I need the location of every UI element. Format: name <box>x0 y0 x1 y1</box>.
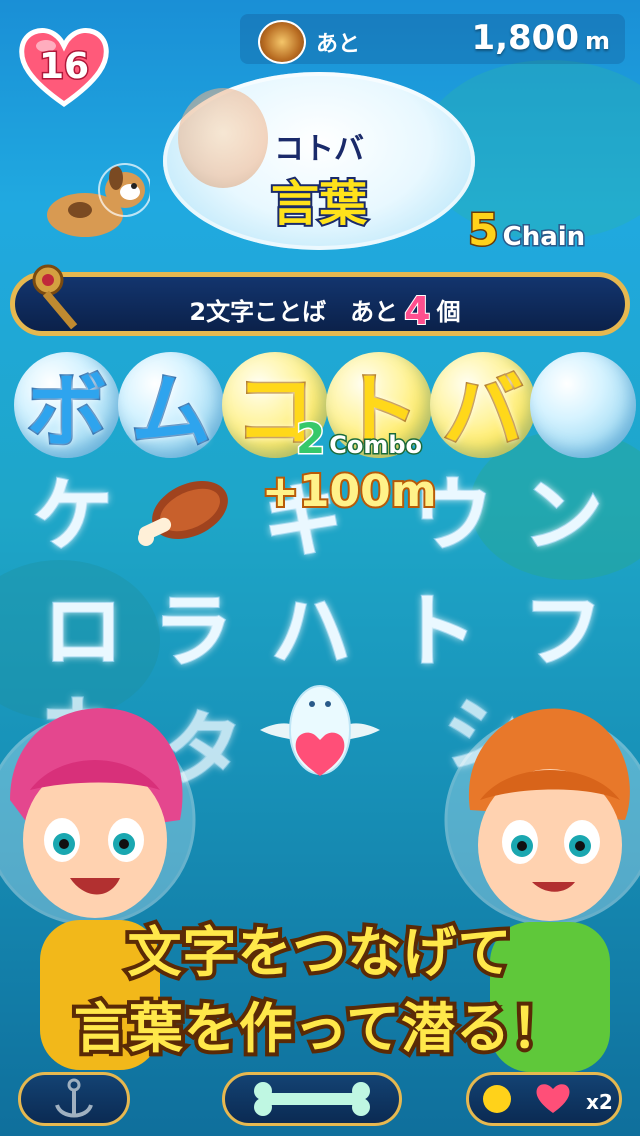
mini-heart-icon <box>483 1084 570 1113</box>
letter-tile[interactable]: ト <box>384 572 490 679</box>
chain-label: Chain <box>501 221 587 254</box>
multiplier-label: x2 <box>586 1090 613 1114</box>
letter-tile[interactable]: ケ <box>20 456 126 563</box>
letter-tile[interactable]: フ <box>510 572 616 679</box>
winged-heart-icon[interactable] <box>250 680 390 790</box>
letter-tile[interactable]: ン <box>510 456 616 563</box>
mission-text: 2文字ことば あと 4 個 <box>15 288 635 334</box>
combo-label: Combo <box>328 430 424 461</box>
distance-value: 1,800 <box>471 18 579 58</box>
letter-tile[interactable]: ム <box>118 352 224 460</box>
distance-readout: 1,800 m <box>440 18 610 58</box>
mission-bar: 2文字ことば あと 4 個 <box>10 272 630 336</box>
caption-line-2: 言葉を作って潜る！ <box>70 993 569 1064</box>
key-icon <box>32 264 78 330</box>
treasure-chest-icon <box>258 20 306 64</box>
top-hud: 16 あと 1,800 m <box>0 0 640 108</box>
meat-item-icon[interactable] <box>130 466 240 556</box>
distance-unit: m <box>584 27 610 55</box>
lives-count: 16 <box>37 45 90 89</box>
mission-prefix: 2文字ことば あと <box>189 298 399 326</box>
mission-suffix: 個 <box>436 298 461 326</box>
combo-count: 2 <box>294 413 326 465</box>
empty-bubble-tile[interactable] <box>530 352 636 458</box>
letter-tile[interactable]: ラ <box>140 572 246 679</box>
combo-indicator: 2 Combo <box>294 413 424 465</box>
chain-indicator: 5 Chain <box>467 204 587 258</box>
remain-label: あと <box>316 32 361 57</box>
diver-boy-head <box>178 88 268 188</box>
caption-line-1: 文字をつなげて <box>124 917 516 988</box>
anchor-item-button[interactable] <box>18 1072 130 1126</box>
letter-tile[interactable]: ロ <box>30 572 136 679</box>
dog-character <box>47 163 150 237</box>
bone-icon <box>254 1082 370 1116</box>
lives-heart: 16 <box>18 24 110 108</box>
mission-count: 4 <box>403 288 431 334</box>
anchor-icon <box>55 1078 93 1118</box>
bone-item-button[interactable] <box>222 1072 402 1126</box>
letter-tile[interactable]: ボ <box>14 352 120 460</box>
chain-count: 5 <box>467 204 501 258</box>
letter-tile[interactable]: ハ <box>258 572 364 679</box>
letter-tile-selected[interactable]: バ <box>430 352 536 460</box>
combo-bonus: +100m <box>260 464 439 519</box>
